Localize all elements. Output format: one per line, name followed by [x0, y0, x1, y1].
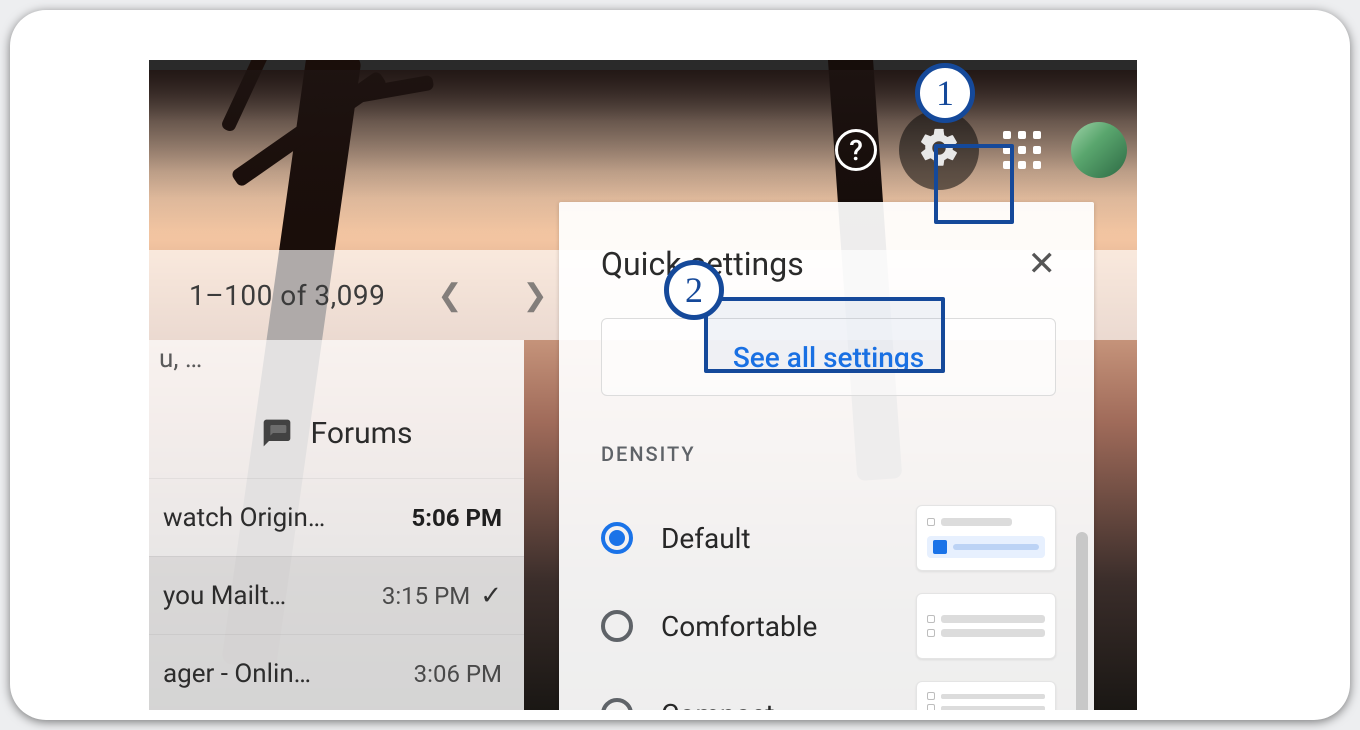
quick-settings-panel: Quick settings ✕ See all settings DENSIT…: [559, 202, 1094, 710]
density-preview-compact: [916, 681, 1056, 710]
next-page-button[interactable]: ❯: [515, 278, 556, 313]
density-preview-comfortable: [916, 593, 1056, 659]
panel-scrollbar[interactable]: [1076, 532, 1088, 710]
instruction-card: ? 1–100 of 3,099 ❮ ❯ u,: [10, 10, 1350, 720]
message-subject: watch Origin…: [163, 503, 325, 533]
message-subject: you Mailt…: [163, 581, 286, 611]
density-section-label: DENSITY: [601, 442, 1056, 466]
radio-icon: [601, 698, 633, 710]
density-option-compact[interactable]: Compact: [601, 670, 1056, 710]
density-option-default[interactable]: Default: [601, 494, 1056, 582]
header-actions: ?: [825, 110, 1127, 190]
help-button[interactable]: ?: [825, 119, 887, 181]
density-label: Default: [661, 522, 916, 555]
apps-grid-icon: [1002, 130, 1042, 170]
message-time: 3:06 PM: [414, 660, 502, 688]
message-time: 3:15 PM: [382, 582, 470, 610]
density-label: Compact: [661, 698, 916, 711]
close-button[interactable]: ✕: [1028, 244, 1057, 284]
see-all-settings-row: See all settings: [601, 318, 1056, 396]
radio-icon: [601, 610, 633, 642]
density-preview-default: [916, 505, 1056, 571]
help-icon: ?: [835, 129, 877, 171]
forums-icon: [261, 417, 293, 449]
prev-page-button[interactable]: ❮: [429, 278, 470, 313]
message-row[interactable]: you Mailt… 3:15 PM ✓: [149, 556, 524, 634]
density-option-comfortable[interactable]: Comfortable: [601, 582, 1056, 670]
message-list: u, … Forums watch Origin… 5:06 PM you Ma…: [149, 340, 524, 710]
check-icon: ✓: [480, 581, 502, 611]
see-all-settings-button[interactable]: See all settings: [709, 327, 948, 388]
screenshot-viewport: ? 1–100 of 3,099 ❮ ❯ u,: [149, 60, 1137, 710]
apps-button[interactable]: [991, 119, 1053, 181]
browser-top-bar: [149, 60, 1137, 70]
message-row[interactable]: ager - Onlin… 3:06 PM: [149, 634, 524, 710]
tab-label: Forums: [311, 416, 413, 451]
quick-settings-title: Quick settings: [601, 245, 804, 283]
gear-icon: [916, 125, 962, 175]
message-time: 5:06 PM: [411, 504, 502, 532]
radio-selected-icon: [601, 522, 633, 554]
account-avatar[interactable]: [1071, 122, 1127, 178]
message-row[interactable]: watch Origin… 5:06 PM: [149, 478, 524, 556]
category-tab-forums[interactable]: Forums: [149, 388, 524, 478]
density-label: Comfortable: [661, 610, 916, 643]
message-subject: ager - Onlin…: [163, 659, 311, 689]
partial-text: u, …: [149, 340, 524, 388]
pagination-count: 1–100 of 3,099: [189, 279, 385, 312]
settings-button[interactable]: [899, 110, 979, 190]
